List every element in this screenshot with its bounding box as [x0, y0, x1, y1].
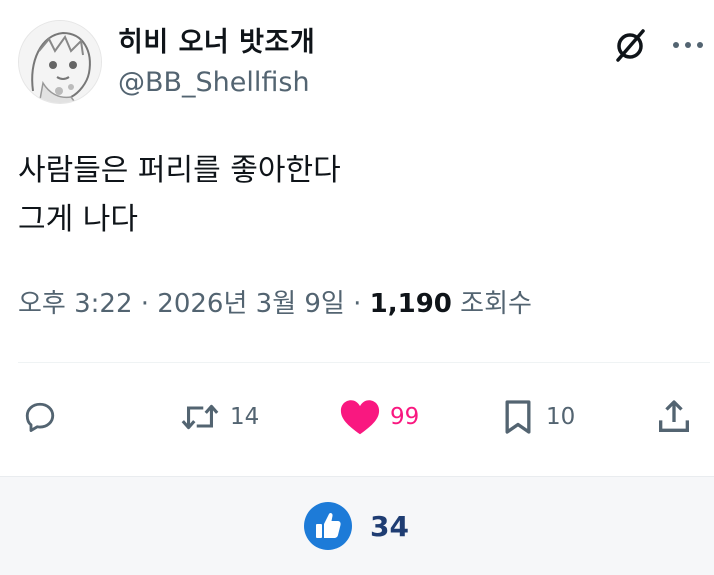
author-handle[interactable]: @BB_Shellfish: [118, 67, 310, 98]
author-display-name[interactable]: 히비 오너 밧조개: [118, 20, 315, 59]
reply-button[interactable]: [22, 393, 58, 441]
reaction-bar: 34: [0, 476, 714, 575]
views-count: 1,190: [369, 289, 452, 319]
thumbs-up-icon: [316, 512, 341, 538]
meta-separator: ·: [140, 289, 150, 319]
meta-separator: ·: [353, 289, 362, 319]
tweet-date[interactable]: 2026년 3월 9일: [157, 289, 345, 319]
bookmark-button[interactable]: 10: [498, 393, 575, 441]
retweet-count: 14: [230, 404, 260, 430]
thumbs-up-button[interactable]: [304, 502, 352, 550]
tweet-text-line: 그게 나다: [18, 202, 138, 237]
bookmark-count: 10: [546, 404, 576, 430]
share-icon: [659, 400, 689, 432]
avatar-image: [19, 21, 101, 103]
retweet-button[interactable]: 14: [178, 393, 259, 441]
views-label: 조회수: [460, 289, 532, 319]
more-options-icon[interactable]: [670, 30, 706, 60]
bookmark-icon: [505, 400, 531, 434]
tweet-time[interactable]: 오후 3:22: [18, 289, 133, 319]
like-button[interactable]: 99: [338, 393, 419, 441]
tweet-text-line: 사람들은 퍼리를 좋아한다: [18, 153, 341, 188]
heart-icon: [340, 400, 380, 435]
like-count: 99: [390, 404, 420, 430]
tweet-text: 사람들은 퍼리를 좋아한다 그게 나다: [18, 146, 341, 244]
thumbs-up-count: 34: [370, 510, 409, 543]
avatar[interactable]: [18, 20, 102, 104]
tweet-card: 히비 오너 밧조개 @BB_Shellfish 사람들은 퍼리를 좋아한다 그게…: [0, 0, 714, 476]
grok-icon[interactable]: [610, 25, 650, 65]
tweet-meta: 오후 3:22 · 2026년 3월 9일 · 1,190 조회수: [18, 283, 532, 320]
retweet-icon: [181, 404, 219, 430]
share-button[interactable]: [654, 393, 694, 441]
divider: [18, 362, 710, 363]
reply-icon: [25, 402, 55, 432]
